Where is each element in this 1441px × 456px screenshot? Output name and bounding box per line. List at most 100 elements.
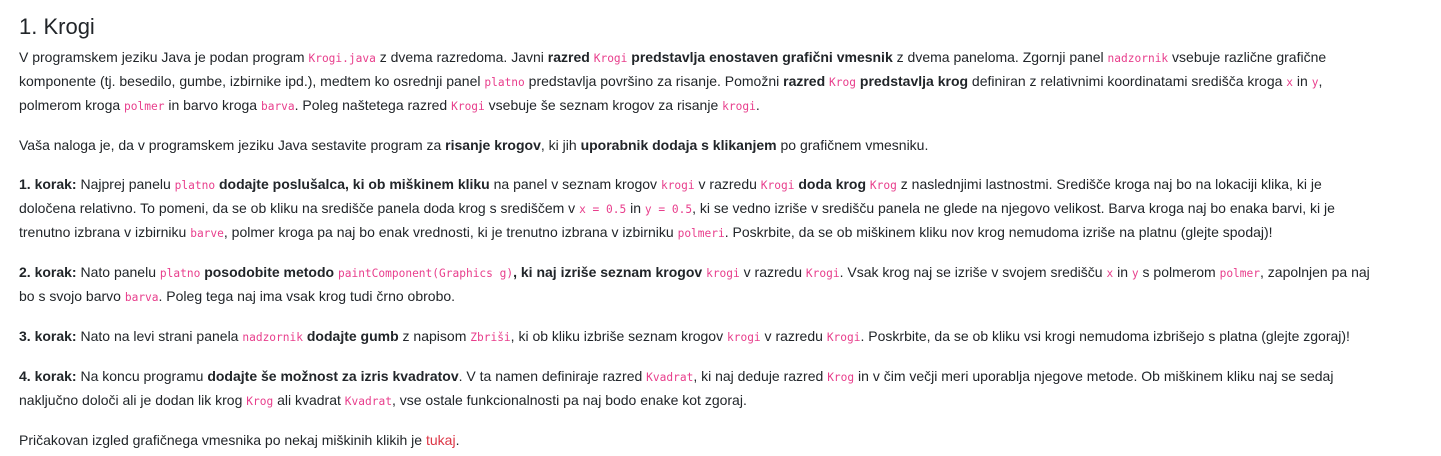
- page: 1. Krogi V programskem jeziku Java je po…: [0, 0, 1441, 456]
- paragraph-line: 3. korak: Nato na levi strani panela nad…: [19, 325, 1441, 349]
- inline-code: Krog: [246, 395, 274, 408]
- paragraph-text: in: [1293, 73, 1312, 89]
- paragraph-text: z naslednjimi lastnostmi. Središče kroga…: [896, 176, 1322, 192]
- bold-text: razred: [547, 49, 590, 65]
- paragraph-line: Pričakovan izgled grafičnega vmesnika po…: [19, 429, 1441, 452]
- inline-code: Kvadrat: [344, 395, 392, 408]
- paragraph-text: v razredu: [694, 176, 761, 192]
- paragraph-text: Pričakovan izgled grafičnega vmesnika po…: [19, 432, 426, 448]
- paragraph-text: . Poleg tega naj ima vsak krog tudi črno…: [158, 288, 456, 304]
- paragraph-text: , ki jih: [540, 137, 581, 153]
- paragraph-text: vsebuje še seznam krogov za risanje: [484, 97, 723, 113]
- bold-text: dodajte gumb: [306, 328, 399, 344]
- paragraph-text: . Poskrbite, da se ob miškinem kliku nov…: [724, 224, 1273, 240]
- paragraph-text: na panel v seznam krogov: [489, 176, 661, 192]
- paragraph-text: in: [626, 200, 645, 216]
- bold-text: predstavlja krog: [859, 73, 969, 89]
- paragraph-text: po grafičnem vmesniku.: [776, 137, 929, 153]
- paragraph-text: in barvo kroga: [164, 97, 261, 113]
- paragraph-text: . V ta namen definiraje razred: [458, 368, 647, 384]
- paragraph-text: . Vsak krog naj se izriše v svojem sredi…: [839, 264, 1107, 280]
- paragraph-text: Nato na levi strani panela: [76, 328, 243, 344]
- paragraph-line: 4. korak: Na koncu programu dodajte še m…: [19, 365, 1441, 389]
- paragraph-text: , polmer kroga pa naj bo enak vrednosti,…: [223, 224, 678, 240]
- paragraph-text: Na koncu programu: [76, 368, 208, 384]
- paragraph-text: polmerom kroga: [19, 97, 125, 113]
- paragraph-4: 2. korak: Nato panelu platno posodobite …: [19, 261, 1441, 309]
- paragraph-text: v razredu: [760, 328, 827, 344]
- paragraph-text: in: [1113, 264, 1132, 280]
- inline-code: y: [1131, 267, 1139, 280]
- paragraph-text: , zapolnjen pa naj: [1260, 264, 1370, 280]
- inline-code: paintComponent(Graphics g): [337, 267, 514, 280]
- bold-text: 4. korak:: [19, 368, 77, 384]
- paragraph-1: V programskem jeziku Java je podan progr…: [19, 46, 1441, 118]
- paragraph-text: z dvema razredoma. Javni: [375, 49, 548, 65]
- task-description: V programskem jeziku Java je podan progr…: [19, 46, 1441, 452]
- bold-text: 1. korak:: [19, 176, 77, 192]
- task-content: 1. Krogi V programskem jeziku Java je po…: [19, 12, 1441, 456]
- inline-code: polmeri: [677, 227, 725, 240]
- inline-code: platno: [174, 179, 216, 192]
- expected-output-link[interactable]: tukaj: [426, 432, 456, 448]
- paragraph-line: naključno določi ali je dodan lik krog K…: [19, 389, 1441, 413]
- bold-text: doda krog: [798, 176, 867, 192]
- inline-code: polmer: [1219, 267, 1260, 280]
- paragraph-7: Pričakovan izgled grafičnega vmesnika po…: [19, 429, 1441, 452]
- inline-code: Krog: [829, 76, 856, 89]
- inline-code: Krogi: [593, 52, 628, 65]
- paragraph-text: , ki naj deduje razred: [693, 368, 828, 384]
- bold-text: uporabnik dodaja s klikanjem: [580, 137, 777, 153]
- paragraph-text: v razredu: [739, 264, 806, 280]
- bold-text: posodobite metodo: [204, 264, 335, 280]
- paragraph-text: Najprej panelu: [76, 176, 175, 192]
- inline-code: polmer: [124, 100, 165, 113]
- page-title: 1. Krogi: [19, 14, 95, 39]
- bold-text: 3. korak:: [19, 328, 77, 344]
- inline-code: Krogi: [760, 179, 795, 192]
- paragraph-text: naključno določi ali je dodan lik krog: [19, 392, 247, 408]
- inline-code: Zbriši: [470, 331, 511, 344]
- bold-text: , ki naj izriše seznam krogov: [513, 264, 703, 280]
- paragraph-text: definiran z relativnimi koordinatami sre…: [968, 73, 1287, 89]
- inline-code: Krogi: [451, 100, 485, 113]
- paragraph-line: trenutno izbrana v izbirniku barve, polm…: [19, 221, 1441, 245]
- inline-code: Krogi.java: [308, 52, 376, 65]
- inline-code: x = 0.5: [579, 203, 627, 216]
- paragraph-text: . Poleg naštetega razred: [294, 97, 452, 113]
- paragraph-text: ,: [1318, 73, 1323, 89]
- inline-code: barva: [124, 291, 159, 304]
- paragraph-text: Nato panelu: [76, 264, 160, 280]
- paragraph-6: 4. korak: Na koncu programu dodajte še m…: [19, 365, 1441, 413]
- paragraph-text: , vse ostale funkcionalnosti pa naj bodo…: [391, 392, 747, 408]
- paragraph-text: z dvema paneloma. Zgornji panel: [892, 49, 1108, 65]
- inline-code: nadzornik: [1107, 52, 1169, 65]
- inline-code: krogi: [706, 267, 740, 280]
- paragraph-text: s polmerom: [1138, 264, 1220, 280]
- paragraph-line: 1. korak: Najprej panelu platno dodajte …: [19, 173, 1441, 197]
- bold-text: dodajte poslušalca, ki ob miškinem kliku: [218, 176, 490, 192]
- bold-text: dodajte še možnost za izris kvadratov: [207, 368, 459, 384]
- inline-code: barva: [260, 100, 295, 113]
- inline-code: platno: [159, 267, 201, 280]
- paragraph-line: polmerom kroga polmer in barvo kroga bar…: [19, 94, 1441, 118]
- paragraph-text: in v čim večji meri uporablja njegove me…: [854, 368, 1334, 384]
- paragraph-text: bo s svojo barvo: [19, 288, 125, 304]
- inline-code: Krogi: [805, 267, 840, 280]
- inline-code: nadzornik: [242, 331, 303, 344]
- paragraph-text: .: [755, 97, 760, 113]
- inline-code: Krog: [827, 371, 855, 384]
- paragraph-2: Vaša naloga je, da v programskem jeziku …: [19, 134, 1441, 157]
- bold-text: predstavlja enostaven grafični vmesnik: [631, 49, 893, 65]
- paragraph-text: , ki ob kliku izbriše seznam krogov: [510, 328, 727, 344]
- paragraph-text: komponente (tj. besedilo, gumbe, izbirni…: [19, 73, 485, 89]
- paragraph-text: ali kvadrat: [273, 392, 345, 408]
- paragraph-line: komponente (tj. besedilo, gumbe, izbirni…: [19, 70, 1441, 94]
- bold-text: razred: [783, 73, 826, 89]
- paragraph-text: .: [455, 432, 460, 448]
- bold-text: 2. korak:: [19, 264, 77, 280]
- paragraph-line: V programskem jeziku Java je podan progr…: [19, 46, 1441, 70]
- paragraph-text: z napisom: [398, 328, 471, 344]
- inline-code: platno: [484, 76, 525, 89]
- inline-code: krogi: [660, 179, 695, 192]
